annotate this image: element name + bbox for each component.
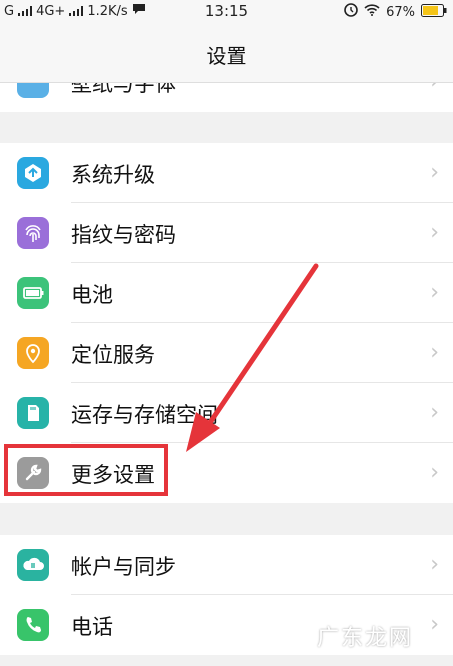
- watermark: 广东龙网: [316, 626, 413, 651]
- annotation-arrow-icon: [186, 263, 319, 452]
